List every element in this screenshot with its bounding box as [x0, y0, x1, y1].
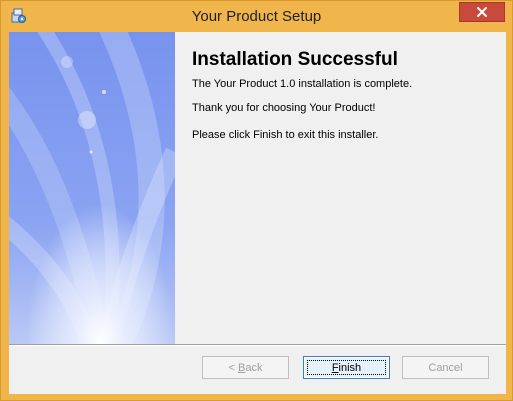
back-button[interactable]: < Back — [202, 356, 289, 379]
title-bar[interactable]: Your Product Setup — [1, 1, 512, 32]
content-panel: Installation Successful The Your Product… — [175, 32, 506, 344]
cancel-label: Cancel — [428, 361, 463, 374]
focus-rectangle — [307, 360, 386, 375]
close-icon — [477, 7, 487, 17]
thank-you-message: Thank you for choosing Your Product! — [192, 102, 376, 114]
finish-button[interactable]: Finish — [303, 356, 390, 379]
banner-image — [9, 32, 175, 344]
close-button[interactable] — [459, 2, 505, 22]
back-prefix: < — [228, 361, 238, 374]
completion-message: The Your Product 1.0 installation is com… — [192, 78, 413, 90]
dialog-client-area: Installation Successful The Your Product… — [9, 32, 506, 394]
back-mnemonic: B — [238, 361, 246, 374]
finish-instruction: Please click Finish to exit this install… — [192, 129, 379, 141]
window-title: Your Product Setup — [191, 8, 322, 25]
setup-window: Your Product Setup Installation Successf… — [0, 0, 513, 401]
button-divider — [9, 344, 506, 346]
page-heading: Installation Successful — [192, 49, 398, 70]
back-label-rest: ack — [245, 361, 263, 374]
cancel-button[interactable]: Cancel — [402, 356, 489, 379]
